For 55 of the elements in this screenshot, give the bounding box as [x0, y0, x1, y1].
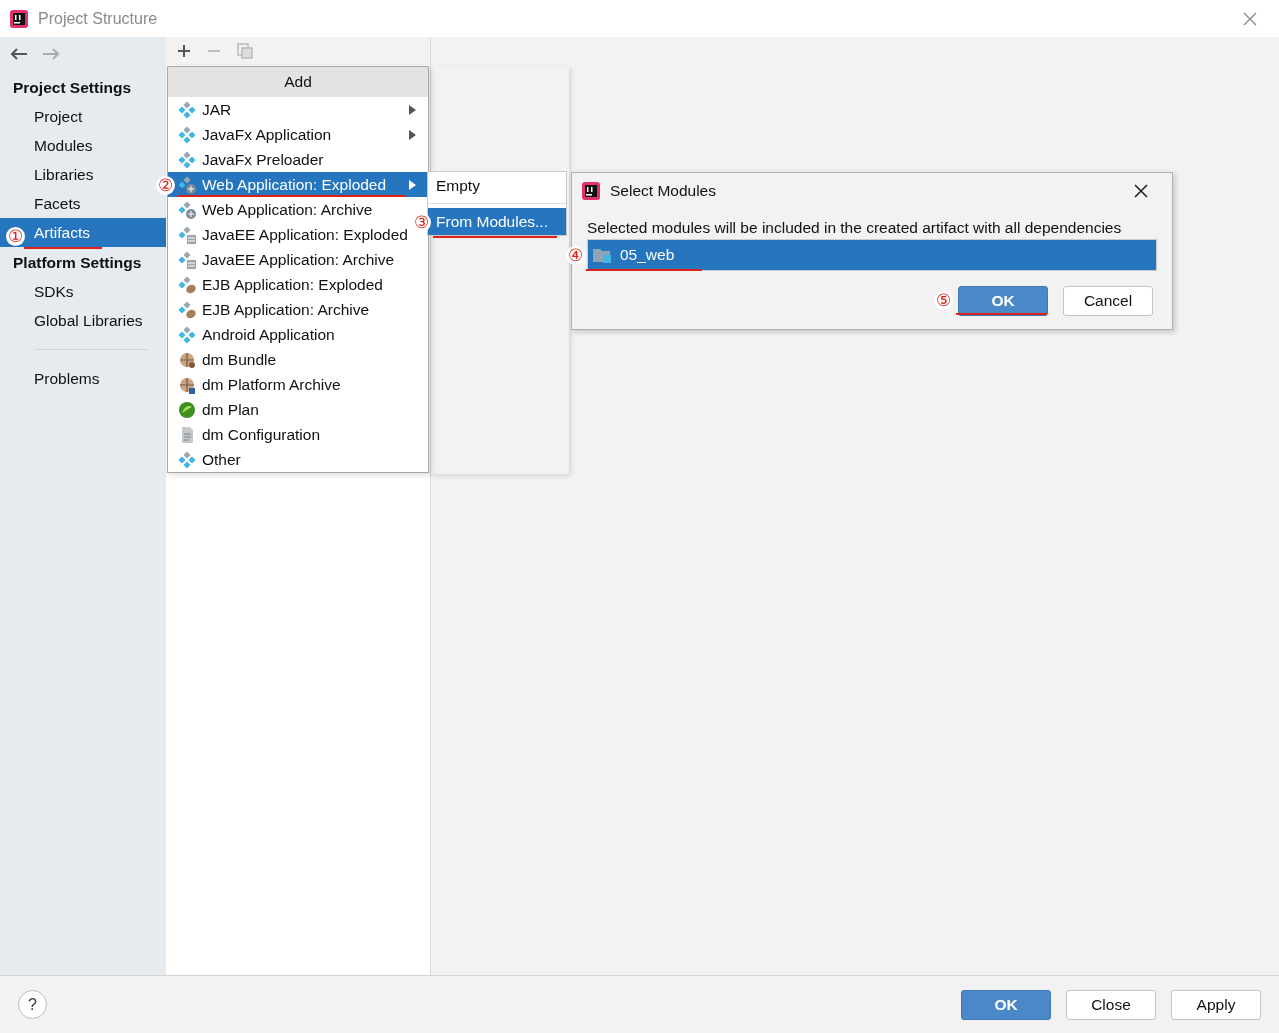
- sidebar-item[interactable]: Modules: [0, 131, 99, 160]
- dialog-button[interactable]: Apply: [1171, 989, 1261, 1020]
- javaee-artifact-icon: [178, 225, 196, 244]
- bean-artifact-icon: [178, 300, 196, 319]
- artifact-icon: [178, 450, 196, 469]
- app-logo: [581, 181, 601, 201]
- module-item[interactable]: 05_web: [588, 240, 1156, 270]
- menu-header: Add: [168, 67, 428, 97]
- leaf-icon: [178, 400, 196, 419]
- dialog-message: Selected modules will be included in the created artifact with all dependencies: [587, 218, 1122, 238]
- sidebar-item[interactable]: Global Libraries: [0, 306, 149, 335]
- web-artifact-icon: [178, 200, 196, 219]
- bean-artifact-icon: [178, 275, 196, 294]
- globe-icon: [178, 375, 196, 394]
- menu-item[interactable]: Other: [168, 447, 428, 472]
- app-logo: [9, 8, 29, 29]
- ok-button[interactable]: OK: [958, 286, 1048, 316]
- artifact-icon: [178, 150, 196, 169]
- menu-item[interactable]: Android Application: [168, 322, 428, 347]
- web-artifact-icon: [178, 175, 196, 194]
- help-button[interactable]: ?: [18, 990, 47, 1019]
- menu-item[interactable]: JavaFx Application: [168, 122, 428, 147]
- menu-item[interactable]: dm Bundle: [168, 347, 428, 372]
- sidebar-item[interactable]: Project: [0, 102, 89, 131]
- artifact-icon: [178, 100, 196, 119]
- add-icon[interactable]: [177, 44, 191, 58]
- sidebar-item[interactable]: Problems: [0, 364, 106, 393]
- artifact-icon: [178, 125, 196, 144]
- folder-icon: [592, 247, 612, 263]
- globe-icon: [178, 350, 196, 369]
- menu-item[interactable]: dm Configuration: [168, 422, 428, 447]
- window-title: Project Structure: [38, 8, 158, 29]
- dialog-title: Select Modules: [610, 181, 716, 202]
- javaee-artifact-icon: [178, 250, 196, 269]
- menu-item[interactable]: EJB Application: Archive: [168, 297, 428, 322]
- forward-arrow-icon[interactable]: [42, 46, 60, 61]
- back-arrow-icon[interactable]: [10, 46, 28, 61]
- sidebar-item[interactable]: SDKs: [0, 277, 80, 306]
- cancel-button[interactable]: Cancel: [1063, 286, 1153, 316]
- menu-item[interactable]: JavaEE Application: Archive: [168, 247, 428, 272]
- menu-item[interactable]: Empty: [428, 172, 566, 199]
- sidebar-item[interactable]: Facets: [0, 189, 87, 218]
- dialog-button[interactable]: Close: [1066, 989, 1156, 1020]
- menu-item[interactable]: dm Platform Archive: [168, 372, 428, 397]
- menu-item[interactable]: JAR: [168, 97, 428, 122]
- section-heading: Project Settings: [13, 78, 131, 98]
- menu-item[interactable]: From Modules...: [428, 208, 566, 235]
- artifact-icon: [178, 325, 196, 344]
- close-icon[interactable]: [1134, 184, 1148, 198]
- menu-item[interactable]: EJB Application: Exploded: [168, 272, 428, 297]
- menu-item[interactable]: JavaFx Preloader: [168, 147, 428, 172]
- section-heading: Platform Settings: [13, 253, 142, 273]
- menu-item[interactable]: dm Plan: [168, 397, 428, 422]
- ok-button[interactable]: OK: [961, 989, 1051, 1020]
- sidebar-item[interactable]: Libraries: [0, 160, 100, 189]
